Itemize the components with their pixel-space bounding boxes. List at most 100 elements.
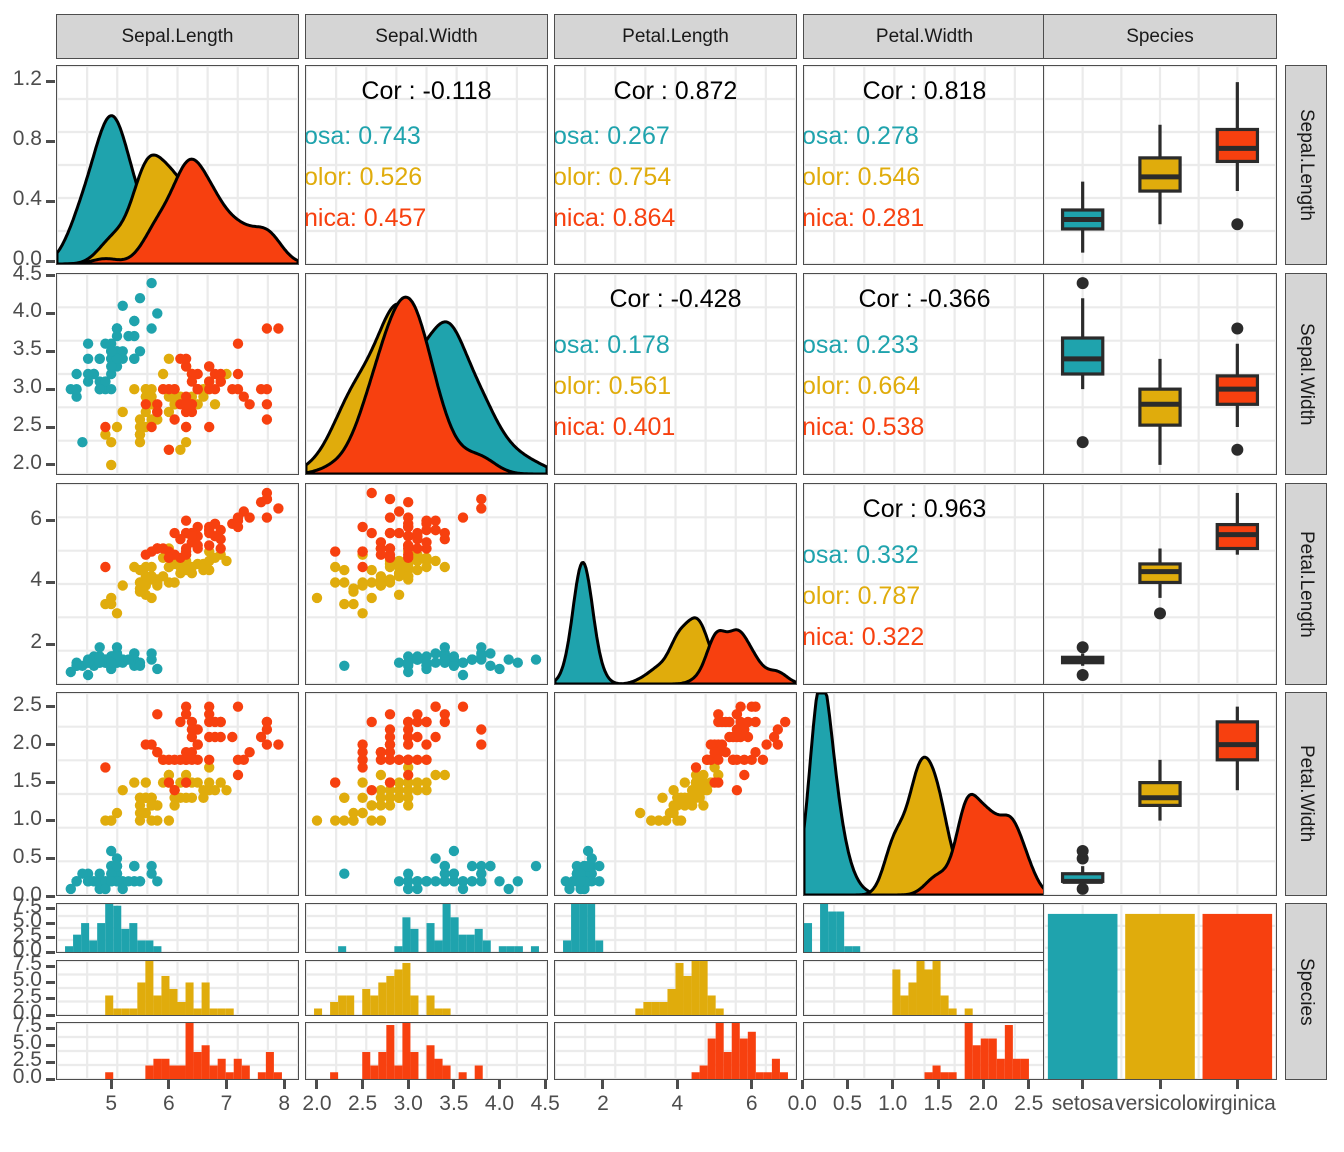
group-correlation-versicolor: olor: 0.787 <box>804 581 921 610</box>
x-tick-mark <box>543 1080 547 1089</box>
y-tick-mark <box>46 580 55 584</box>
y-tick-mark <box>46 980 55 984</box>
y-tick-label: 6 <box>30 506 42 530</box>
histogram-panel-sepal-width-virginica <box>305 1022 548 1080</box>
scatter-panel-petal-length-vs-sepal-width <box>305 483 548 685</box>
group-correlation-setosa: osa: 0.332 <box>804 540 919 569</box>
correlation-text-block: Cor : -0.118 osa: 0.743 olor: 0.526 nica: 0… <box>306 66 547 264</box>
scatter-panel-petal-width-vs-petal-length <box>554 692 797 896</box>
y-tick-mark <box>46 259 55 263</box>
boxplot-panel-sepal-length-by-species <box>1043 65 1277 265</box>
y-tick-label: 2.5 <box>12 692 42 716</box>
y-tick-label: 2.0 <box>12 450 42 474</box>
group-correlation-virginica: nica: 0.281 <box>804 204 925 232</box>
y-tick-mark <box>46 274 55 277</box>
y-tick-label: 3.5 <box>12 337 42 361</box>
x-tick-mark-species <box>1158 1080 1162 1089</box>
row-strip-sepal-width: Sepal.Width <box>1285 273 1327 475</box>
pairs-plot-matrix: Sepal.Length Sepal.Width Petal.Length Petal… <box>0 0 1344 1152</box>
x-tick-mark-species <box>1235 1080 1239 1089</box>
histogram-panel-petal-length-versicolor <box>554 960 797 1016</box>
y-tick-mark <box>46 425 55 429</box>
y-tick-label: 7.5 <box>12 952 42 976</box>
y-tick-mark <box>46 705 55 709</box>
y-tick-mark <box>46 950 55 954</box>
x-tick-label: 4 <box>671 1092 684 1115</box>
species-bar-panel <box>1043 903 1277 1080</box>
histogram-panel-petal-width-setosa <box>803 903 1046 953</box>
y-tick-mark <box>46 857 55 861</box>
group-correlation-setosa: osa: 0.278 <box>804 122 919 150</box>
y-tick-mark <box>46 1026 55 1030</box>
x-tick-mark <box>1027 1080 1031 1089</box>
row-strip-petal-length: Petal.Length <box>1285 483 1327 685</box>
x-tick-mark <box>282 1080 286 1089</box>
histogram-panel-petal-width-virginica <box>803 1022 1046 1080</box>
y-tick-mark <box>46 781 55 785</box>
y-tick-mark <box>46 997 55 1001</box>
y-tick-label: 0.5 <box>12 844 42 868</box>
column-strip-sepal-width: Sepal.Width <box>305 14 548 59</box>
y-tick-label: 0.4 <box>12 187 42 210</box>
group-correlation-versicolor: olor: 0.561 <box>555 371 672 400</box>
y-tick-mark <box>46 519 55 523</box>
overall-correlation-label: Cor : 0.818 <box>862 77 987 105</box>
y-tick-mark <box>46 311 55 315</box>
y-tick-mark <box>46 1060 55 1064</box>
y-tick-mark <box>46 139 55 143</box>
overall-correlation-label: Cor : -0.366 <box>858 285 991 314</box>
y-tick-mark <box>46 199 55 203</box>
row-strip-species: Species <box>1285 903 1327 1080</box>
y-tick-mark <box>46 642 55 646</box>
correlation-text-block: Cor : -0.428 osa: 0.178 olor: 0.561 nica: 0… <box>555 274 796 474</box>
x-tick-mark-species <box>1081 1080 1085 1089</box>
x-tick-mark <box>936 1080 940 1089</box>
group-correlation-setosa: osa: 0.267 <box>555 122 670 150</box>
x-tick-mark <box>800 1080 804 1089</box>
density-panel-sepal-length <box>56 65 299 265</box>
scatter-panel-petal-width-vs-sepal-length <box>56 692 299 896</box>
group-correlation-virginica: nica: 0.401 <box>555 413 676 442</box>
group-correlation-setosa: osa: 0.178 <box>555 330 670 359</box>
y-tick-label: 2.5 <box>12 413 42 437</box>
y-tick-mark <box>46 743 55 747</box>
density-panel-sepal-width <box>305 273 548 475</box>
y-tick-mark <box>46 349 55 353</box>
x-tick-mark <box>315 1080 319 1089</box>
y-tick-label: 7.5 <box>12 1014 42 1038</box>
overall-correlation-label: Cor : 0.963 <box>862 495 987 524</box>
y-tick-mark <box>46 1013 55 1017</box>
y-tick-mark <box>46 387 55 391</box>
boxplot-panel-petal-width-by-species <box>1043 692 1277 896</box>
group-correlation-setosa: osa: 0.233 <box>804 330 919 359</box>
y-tick-mark <box>46 819 55 823</box>
y-tick-mark <box>46 1077 55 1081</box>
y-tick-mark <box>46 921 55 925</box>
scatter-panel-petal-length-vs-sepal-length <box>56 483 299 685</box>
y-tick-label: 2.0 <box>12 730 42 754</box>
overall-correlation-label: Cor : -0.118 <box>361 77 492 105</box>
histogram-panel-petal-length-virginica <box>554 1022 797 1080</box>
column-strip-petal-width: Petal.Width <box>803 14 1046 59</box>
x-tick-mark <box>225 1080 228 1089</box>
histogram-panel-petal-length-setosa <box>554 903 797 953</box>
y-tick-label: 1.0 <box>12 806 42 830</box>
y-tick-label: 4.0 <box>12 299 42 323</box>
x-tick-mark <box>981 1080 985 1089</box>
boxplot-panel-petal-length-by-species <box>1043 483 1277 685</box>
histogram-panel-sepal-width-versicolor <box>305 960 548 1016</box>
x-tick-mark <box>109 1080 113 1089</box>
group-correlation-versicolor: olor: 0.546 <box>804 163 921 191</box>
scatter-panel-petal-width-vs-sepal-width <box>305 692 548 896</box>
histogram-panel-sepal-length-versicolor <box>56 960 299 1016</box>
y-tick-mark <box>46 895 55 899</box>
column-strip-sepal-length: Sepal.Length <box>56 14 299 59</box>
x-tick-mark <box>891 1080 895 1089</box>
column-strip-petal-length: Petal.Length <box>554 14 797 59</box>
x-tick-mark <box>675 1080 679 1089</box>
x-tick-mark <box>498 1080 502 1089</box>
histogram-panel-sepal-length-setosa <box>56 903 299 953</box>
histogram-panel-sepal-length-virginica <box>56 1022 299 1080</box>
group-correlation-virginica: nica: 0.457 <box>306 204 427 232</box>
correlation-text-block: Cor : 0.872 osa: 0.267 olor: 0.754 nica: 0.… <box>555 66 796 264</box>
